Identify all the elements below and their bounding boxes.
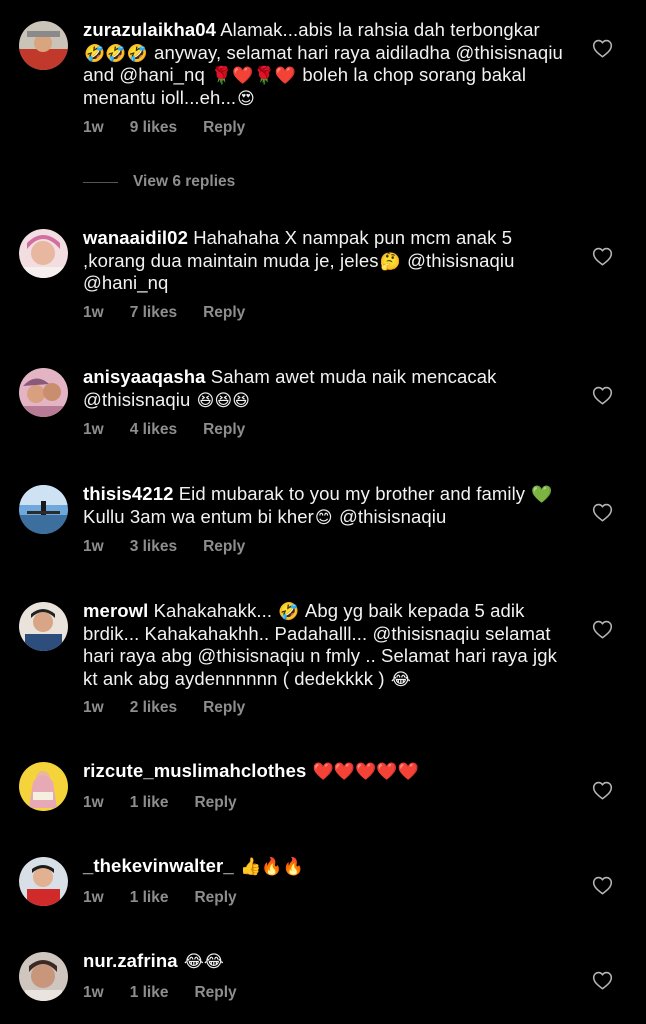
comment-likes[interactable]: 1 like <box>130 889 169 906</box>
heart-outline-icon[interactable] <box>592 386 613 405</box>
comment-text: rizcute_muslimahclothes ❤️❤️❤️❤️❤️ <box>83 760 563 783</box>
heart-outline-icon[interactable] <box>592 620 613 639</box>
reply-button[interactable]: Reply <box>203 538 245 555</box>
comment-time: 1w <box>83 984 104 1001</box>
comment-likes[interactable]: 3 likes <box>130 538 177 555</box>
avatar[interactable] <box>19 368 68 417</box>
comment-body-text: Kahakahakk... <box>148 600 278 621</box>
comment-text: zurazulaikha04 Alamak...abis la rahsia d… <box>83 19 563 109</box>
heart-outline-icon[interactable] <box>592 247 613 266</box>
comment-username[interactable]: rizcute_muslimahclothes <box>83 760 306 781</box>
reply-button[interactable]: Reply <box>203 119 245 136</box>
avatar[interactable] <box>19 602 68 651</box>
comment-time: 1w <box>83 119 104 136</box>
avatar[interactable] <box>19 21 68 70</box>
comment-meta: 1w 1 like Reply <box>83 984 263 1002</box>
comment-emoji: 😍 <box>237 88 255 108</box>
comment-time: 1w <box>83 794 104 811</box>
comment-time: 1w <box>83 421 104 438</box>
comment-meta: 1w 4 likes Reply <box>83 421 271 439</box>
reply-button[interactable]: Reply <box>203 421 245 438</box>
view-replies-button[interactable]: View 6 replies <box>83 172 235 192</box>
comment-body-text <box>234 855 239 876</box>
heart-outline-icon[interactable] <box>592 781 613 800</box>
heart-outline-icon[interactable] <box>592 39 613 58</box>
comment-emoji: 😂 <box>390 669 411 689</box>
comment-username[interactable]: thisis4212 <box>83 483 173 504</box>
comment-body-text: @thisisnaqiu <box>333 505 447 527</box>
heart-outline-icon[interactable] <box>592 971 613 990</box>
reply-button[interactable]: Reply <box>194 889 236 906</box>
comment-emoji: 🌹❤️🌹❤️ <box>211 66 297 85</box>
reply-button[interactable]: Reply <box>194 984 236 1001</box>
comment-emoji: 💚 <box>531 485 553 504</box>
comment-body-text <box>306 760 311 781</box>
avatar[interactable] <box>19 229 68 278</box>
comment-likes[interactable]: 9 likes <box>130 119 177 136</box>
comment-time: 1w <box>83 304 104 321</box>
comment-time: 1w <box>83 538 104 555</box>
comment-time: 1w <box>83 889 104 906</box>
comment-body-text <box>178 950 183 971</box>
comment-text: thisis4212 Eid mubarak to you my brother… <box>83 483 563 528</box>
avatar[interactable] <box>19 762 68 811</box>
comment-body-text: Alamak...abis la rahsia dah terbongkar <box>216 19 540 40</box>
comment-text: wanaaidil02 Hahahaha X nampak pun mcm an… <box>83 227 563 295</box>
heart-outline-icon[interactable] <box>592 876 613 895</box>
avatar[interactable] <box>19 485 68 534</box>
comment-likes[interactable]: 2 likes <box>130 699 177 716</box>
comment-meta: 1w 3 likes Reply <box>83 538 271 556</box>
comment-emoji: 😂😂 <box>183 952 224 971</box>
reply-button[interactable]: Reply <box>194 794 236 811</box>
comment-meta: 1w 2 likes Reply <box>83 699 271 717</box>
comment-emoji: 😆😆😆 <box>196 390 251 410</box>
comment-likes[interactable]: 4 likes <box>130 421 177 438</box>
comment-meta: 1w 7 likes Reply <box>83 304 271 322</box>
comment-body-text: Kullu 3am wa entum bi kher <box>83 505 314 527</box>
comment-text: nur.zafrina 😂😂 <box>83 950 563 973</box>
comment-meta: 1w 1 like Reply <box>83 889 263 907</box>
comment-username[interactable]: zurazulaikha04 <box>83 19 216 40</box>
comment-emoji: ❤️❤️❤️❤️❤️ <box>312 762 419 781</box>
comment-meta: 1w 1 like Reply <box>83 794 263 812</box>
comment-username[interactable]: nur.zafrina <box>83 950 178 971</box>
comment-emoji: 🤔 <box>379 251 401 271</box>
comment-meta: 1w 9 likes Reply <box>83 119 271 137</box>
comment-text: merowl Kahakahakk... 🤣 Abg yg baik kepad… <box>83 600 563 690</box>
comment-emoji: 😊 <box>314 507 333 527</box>
comment-text: anisyaaqasha Saham awet muda naik mencac… <box>83 366 563 411</box>
comment-likes[interactable]: 1 like <box>130 984 169 1001</box>
reply-button[interactable]: Reply <box>203 699 245 716</box>
comment-emoji: 🤣 <box>278 602 300 621</box>
comment-username[interactable]: anisyaaqasha <box>83 366 206 387</box>
comment-emoji: 🤣🤣🤣 <box>84 43 148 63</box>
comment-likes[interactable]: 7 likes <box>130 304 177 321</box>
comment-username[interactable]: _thekevinwalter_ <box>83 855 234 876</box>
comment-likes[interactable]: 1 like <box>130 794 169 811</box>
comment-username[interactable]: wanaaidil02 <box>83 227 188 248</box>
avatar[interactable] <box>19 857 68 906</box>
view-replies-label: View 6 replies <box>133 173 236 190</box>
heart-outline-icon[interactable] <box>592 503 613 522</box>
avatar[interactable] <box>19 952 68 1001</box>
reply-button[interactable]: Reply <box>203 304 245 321</box>
comment-body-text: Eid mubarak to you my brother and family <box>173 483 531 504</box>
divider-line <box>83 181 118 183</box>
comment-username[interactable]: merowl <box>83 600 148 621</box>
comment-time: 1w <box>83 699 104 716</box>
comment-emoji: 👍🔥🔥 <box>239 857 304 876</box>
comment-text: _thekevinwalter_ 👍🔥🔥 <box>83 855 563 878</box>
